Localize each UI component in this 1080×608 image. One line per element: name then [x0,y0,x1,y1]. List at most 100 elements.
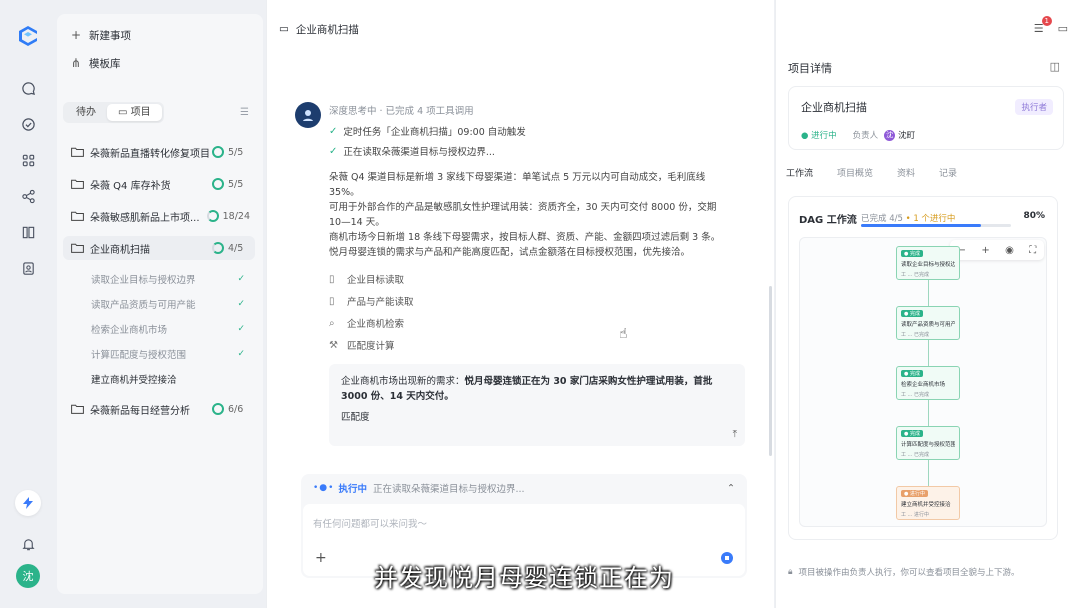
stop-button[interactable] [721,552,733,564]
tab-projects[interactable]: ▭ 项目 [107,103,162,121]
owner-avatar: 沈 [884,129,896,141]
app-logo-icon[interactable] [16,24,40,48]
subtask-item[interactable]: 计算匹配度与授权范围 ✓ [63,343,255,364]
node-status-chip: ● 完成 [901,370,923,377]
task-list-icon[interactable]: ☰ 1 [1034,16,1052,35]
dag-node[interactable]: ● 完成 检索企业商机市场 工 ... 已完成 [896,366,960,400]
dag-node[interactable]: ● 完成 读取产品资质与可用产能 工 ... 已完成 [896,306,960,340]
check-icon: ✓ [329,125,338,137]
match-label: 匹配度 [341,412,370,423]
scroll-top-icon[interactable]: ⤒ [733,427,737,442]
scrollbar[interactable] [769,286,772,456]
filter-icon[interactable]: ☰ [240,107,249,118]
project-name: 朵薇新品直播转化修复项目 [90,148,210,160]
project-count: 5/5 [228,146,244,158]
dag-progress-fill [861,224,981,227]
panel-toggle-icon[interactable]: ◫ [1050,60,1060,73]
templates-label: 模板库 [89,57,121,70]
progress-ring-icon [212,178,224,190]
detail-tabs: 工作流 项目概览 资料 记录 [786,166,981,185]
chat-main: ▭ 企业商机扫描 深度思考中 · 已完成 4 项工具调用 ✓ 定时任务「企业商机… [266,0,774,608]
zoom-in-icon[interactable]: + [981,245,989,256]
lightning-icon[interactable] [15,490,41,516]
tab-overview[interactable]: 项目概览 [837,166,873,185]
tool-call-item[interactable]: ▯ 企业目标读取 [329,272,404,287]
paragraph-line: 商机市场今日新增 18 条线下母婴需求，按目标人群、资质、产能、金额四项过滤后剩… [329,232,721,243]
subtask-item-current[interactable]: 建立商机并受控接洽 [63,368,255,389]
project-title: 企业商机扫描 [801,101,867,114]
dag-node-pending[interactable]: ● 进行中 建立商机并受控接洽 工 ... 进行中 [896,486,960,520]
running-dots-icon: •●• [313,483,335,493]
tool-call-item[interactable]: ⌕ 企业商机检索 [329,316,405,331]
share-nodes-icon: ⋔ [71,56,82,70]
node-status-chip: ● 完成 [901,250,923,257]
subtask-label: 建立商机并受控接洽 [91,374,177,386]
paragraph-line: 朵薇 Q4 渠道目标是新增 3 家线下母婴渠道：单笔试点 5 万元以内可自动成交… [329,172,706,183]
bell-icon[interactable] [18,534,38,554]
tool-call-item[interactable]: ▯ 产品与产能读取 [329,294,414,309]
add-attachment-icon[interactable]: + [315,550,327,566]
new-item-label: 新建事项 [89,29,131,42]
tool-call-item[interactable]: ⚒ 匹配度计算 [329,338,395,353]
step-item: ✓ 正在读取朵薇渠道目标与授权边界... [329,144,495,159]
opportunity-card: 企业商机市场出现新的需求：悦月母婴连锁正在为 30 家门店采购女性护理试用装，首… [329,364,745,446]
mouse-cursor-icon: ☝ [619,326,628,342]
dag-node[interactable]: ● 完成 计算匹配度与授权范围 工 ... 已完成 [896,426,960,460]
node-footer: 工 ... 已完成 [901,332,929,338]
analysis-paragraph: 朵薇 Q4 渠道目标是新增 3 家线下母婴渠道：单笔试点 5 万元以内可自动成交… [329,170,739,260]
project-meta: ● 进行中 负责人 沈 沈町 [801,129,1051,141]
chat-icon[interactable] [18,78,38,98]
check-icon: ✓ [329,145,338,157]
card-prefix: 企业商机市场出现新的需求： [341,376,465,387]
project-item-active[interactable]: 企业商机扫描 4/5 [63,236,255,260]
document-icon: ▯ [329,273,335,285]
tab-projects-label: 项目 [130,106,151,118]
new-item-button[interactable]: + 新建事项 [57,22,263,48]
project-item[interactable]: 朵薇敏感肌新品上市项... 18/24 [63,204,255,228]
project-item[interactable]: 朵薇新品每日经营分析 6/6 [63,397,255,421]
dag-percent: 80% [1023,211,1045,221]
tab-materials[interactable]: 资料 [897,166,915,185]
subtask-item[interactable]: 检索企业商机市场 ✓ [63,318,255,339]
step-label: 定时任务「企业商机扫描」09:00 自动触发 [343,127,526,138]
library-icon[interactable] [18,222,38,242]
progress-ring-icon [212,242,224,254]
card-line2-text: 3000 份、14 天内交付。 [341,391,454,402]
apps-grid-icon[interactable] [18,150,38,170]
subtask-item[interactable]: 读取产品资质与可用产能 ✓ [63,293,255,314]
user-avatar[interactable]: 沈 [16,564,40,588]
contacts-icon[interactable] [18,258,38,278]
dag-node[interactable]: ● 完成 读取企业目标与授权边界 工 ... 已完成 [896,246,960,280]
node-title: 读取企业目标与授权边界 [901,262,955,268]
tool-label: 企业商机检索 [347,319,405,330]
tab-records[interactable]: 记录 [939,166,957,185]
share-icon[interactable] [18,186,38,206]
tab-workflow[interactable]: 工作流 [786,166,813,185]
subtask-item[interactable]: 读取企业目标与授权边界 ✓ [63,268,255,289]
folder-icon [71,404,84,414]
tab-todo[interactable]: 待办 [65,104,107,121]
check-circle-icon[interactable] [18,114,38,134]
chevron-up-icon[interactable]: ⌃ [727,483,735,494]
paragraph-line: 悦月母婴连锁的需求与产品和产能高度匹配，试点金额落在目标授权范围，优先接洽。 [329,247,691,258]
folder-icon[interactable]: ▭ [1058,22,1068,35]
dag-canvas[interactable]: − + ◉ ⛶ ● 完成 读取企业目标与授权边界 工 ... 已完成 ● 完成 … [799,237,1047,527]
assistant-avatar [295,102,321,128]
execution-status-bar[interactable]: •●• 执行中 正在读取朵薇渠道目标与授权边界... ⌃ [301,474,747,502]
thinking-status: 深度思考中 · 已完成 4 项工具调用 [329,106,474,117]
project-summary-card: 企业商机扫描 执行者 ● 进行中 负责人 沈 沈町 [788,86,1064,150]
check-icon: ✓ [237,298,245,309]
dag-progress-text: 已完成 4/5 • 1 个进行中 [861,212,955,224]
project-item[interactable]: 朵薇新品直播转化修复项目 5/5 [63,140,255,164]
tool-label: 产品与产能读取 [347,297,414,308]
plus-icon: + [71,28,82,42]
eye-icon[interactable]: ◉ [1005,245,1014,256]
project-item[interactable]: 朵薇 Q4 库存补货 5/5 [63,172,255,196]
status-badge: 执行者 [1015,99,1053,115]
zoom-toolbar: − + ◉ ⛶ [950,240,1044,260]
fullscreen-icon[interactable]: ⛶ [1029,245,1036,256]
owner-label: 负责人 [852,131,879,141]
dag-in-progress: • 1 个进行中 [905,214,956,224]
document-icon: ▯ [329,295,335,307]
templates-button[interactable]: ⋔ 模板库 [57,50,263,76]
